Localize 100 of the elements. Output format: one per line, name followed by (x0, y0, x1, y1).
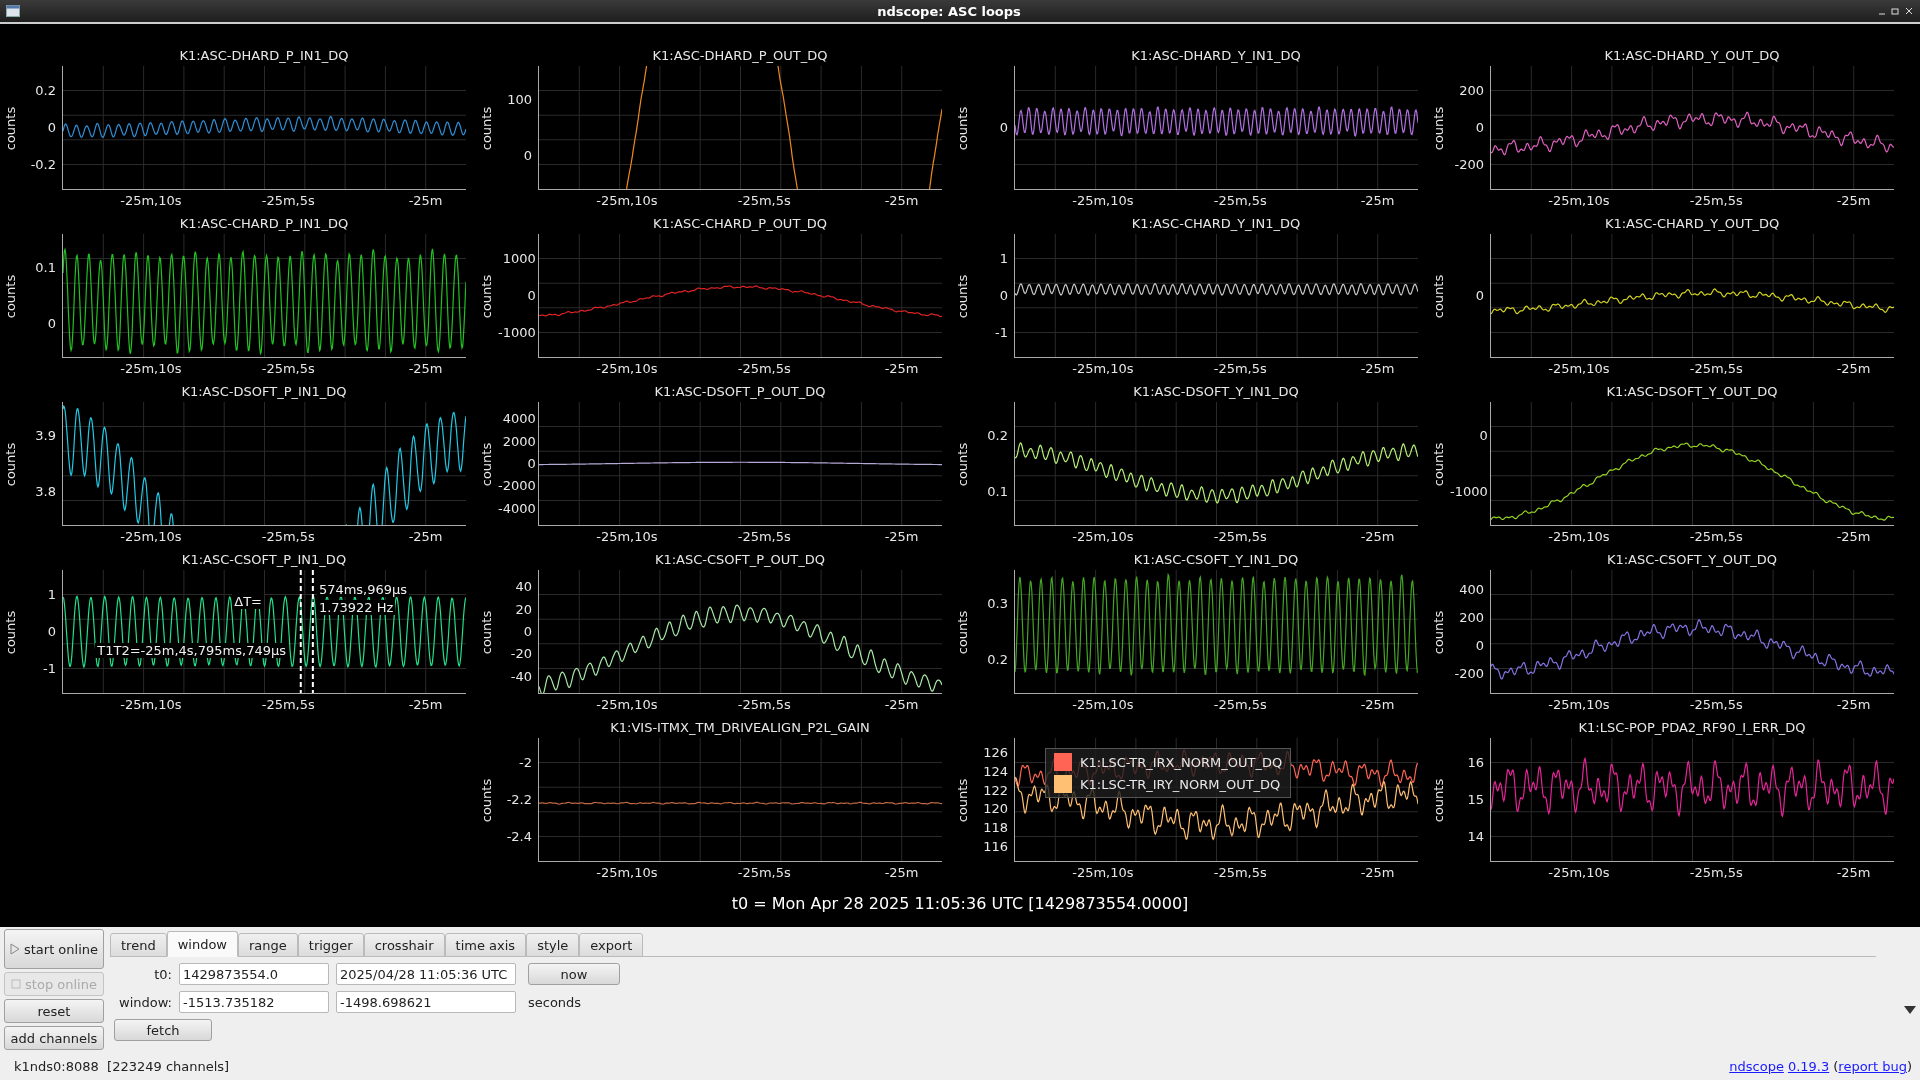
axis-label: counts (3, 274, 19, 318)
fetch-button[interactable]: fetch (114, 1019, 212, 1041)
tick-label: -25m,10s (1548, 529, 1610, 544)
axis-label: counts (1431, 274, 1447, 318)
tick-label: -25m,10s (1072, 193, 1134, 208)
tick-label: 200 (1459, 83, 1484, 98)
axis-label: counts (479, 106, 495, 150)
tick-label: -25m,5s (737, 865, 791, 880)
plot-title: K1:ASC-CHARD_Y_OUT_DQ (1604, 215, 1780, 231)
tab[interactable]: time axis (444, 933, 527, 957)
tab[interactable]: export (579, 933, 644, 957)
tick-label: -25m (884, 865, 919, 880)
tick-label: 14 (1467, 830, 1484, 845)
tick-label: -25m (884, 529, 919, 544)
tick-label: -25m,5s (1689, 193, 1743, 208)
tick-label: -1000 (498, 326, 536, 341)
version-link[interactable]: 0.19.3 (1787, 1059, 1830, 1074)
side-button[interactable]: reset (4, 999, 104, 1023)
window-icon (6, 5, 20, 17)
tick-label: 0.2 (987, 429, 1008, 443)
plot-title: K1:ASC-DSOFT_P_OUT_DQ (654, 383, 826, 399)
tick-label: 3.8 (35, 485, 56, 499)
now-button[interactable]: now (528, 963, 620, 985)
tick-label: -25m,5s (261, 193, 315, 208)
tick-label: 0 (527, 289, 536, 303)
tick-label: -25m,5s (1689, 529, 1743, 544)
tick-label: -4000 (498, 501, 536, 516)
tick-label: -25m,5s (1213, 865, 1267, 880)
tick-label: -25m,5s (737, 697, 791, 712)
tab[interactable]: crosshair (363, 933, 445, 957)
tick-label: 122 (983, 783, 1008, 798)
tick-label: 1000 (502, 251, 536, 266)
tick-label: -25m,5s (261, 361, 315, 376)
app-link[interactable]: ndscope (1729, 1059, 1784, 1074)
tick-label: -25m,10s (596, 529, 658, 544)
tab[interactable]: trend (110, 933, 167, 957)
tick-label: -25m,10s (120, 361, 182, 376)
tick-label: -25m (1360, 361, 1395, 376)
tick-label: -2.4 (506, 830, 532, 845)
tick-label: -25m,10s (596, 361, 658, 376)
tick-label: -25m,5s (1213, 529, 1267, 544)
side-button[interactable]: add channels (4, 1026, 104, 1050)
tick-label: 0 (527, 456, 536, 471)
tick-label: -25m,5s (1689, 865, 1743, 880)
tick-label: -25m,5s (1213, 193, 1267, 208)
report-bug-link[interactable]: report bug (1838, 1059, 1907, 1074)
tick-label: 126 (983, 746, 1008, 761)
dropdown-arrow-icon[interactable] (1904, 1005, 1916, 1014)
tick-label: -25m,10s (120, 697, 182, 712)
axis-label: counts (479, 442, 495, 486)
tick-label: 40 (515, 580, 532, 595)
window-controls-icon[interactable] (1878, 6, 1914, 16)
tick-label: -20 (510, 647, 532, 662)
tick-label: -40 (510, 669, 532, 684)
tab[interactable]: style (526, 933, 580, 957)
window-start-field[interactable]: -1513.735182 (179, 991, 329, 1013)
tick-label: -25m (1360, 697, 1395, 712)
tab[interactable]: range (238, 933, 298, 957)
tick-label: 0 (999, 289, 1008, 303)
stop-icon (11, 979, 22, 989)
parenthesis: ( (1833, 1059, 1839, 1074)
axis-label: counts (3, 106, 19, 150)
side-button[interactable]: start online (4, 929, 104, 969)
legend-label: K1:LSC-TR_IRY_NORM_OUT_DQ (1080, 776, 1281, 792)
tick-label: -25m,5s (1213, 361, 1267, 376)
plot-title: K1:LSC-POP_PDA2_RF90_I_ERR_DQ (1578, 719, 1806, 735)
tab[interactable]: trigger (297, 933, 364, 957)
tick-label: -25m,10s (1548, 361, 1610, 376)
tick-label: -25m (1836, 529, 1871, 544)
tick-label: -25m (408, 193, 443, 208)
tick-label: 0.1 (35, 261, 56, 275)
play-icon (9, 943, 20, 955)
utc-time-field[interactable]: 2025/04/28 11:05:36 UTC (336, 963, 516, 985)
tick-label: -25m (408, 361, 443, 376)
tick-label: 15 (1467, 793, 1484, 807)
tick-label: 16 (1467, 755, 1484, 770)
tick-label: -1000 (1450, 485, 1488, 499)
axis-label: counts (1431, 778, 1447, 822)
window-end-field[interactable]: -1498.698621 (336, 991, 516, 1013)
tick-label: 3.9 (35, 429, 56, 443)
plot-title: K1:ASC-CSOFT_Y_IN1_DQ (1133, 551, 1299, 567)
tick-label: -25m,10s (120, 529, 182, 544)
tick-label: -200 (1454, 667, 1484, 681)
tick-label: -25m (1836, 193, 1871, 208)
gps-time-field[interactable]: 1429873554.0 (179, 963, 329, 985)
plot-title: K1:ASC-DHARD_Y_OUT_DQ (1604, 47, 1780, 63)
tick-label: 100 (507, 93, 532, 107)
plot-title: K1:ASC-DSOFT_Y_OUT_DQ (1606, 383, 1778, 399)
tab[interactable]: window (166, 931, 238, 957)
cursor-lines[interactable] (299, 570, 314, 693)
tick-label: -2 (519, 755, 532, 770)
server-status: k1nds0:8088 [223249 channels] (14, 1059, 230, 1074)
plot-title: K1:ASC-CSOFT_Y_OUT_DQ (1606, 551, 1778, 567)
tick-label: -25m,5s (261, 529, 315, 544)
tick-label: -25m,10s (1072, 865, 1134, 880)
tick-label: -25m,5s (1213, 697, 1267, 712)
tick-label: 0 (523, 149, 532, 163)
tick-label: 400 (1459, 583, 1484, 597)
tick-label: 2000 (502, 434, 536, 449)
tick-label: -25m,10s (1072, 697, 1134, 712)
